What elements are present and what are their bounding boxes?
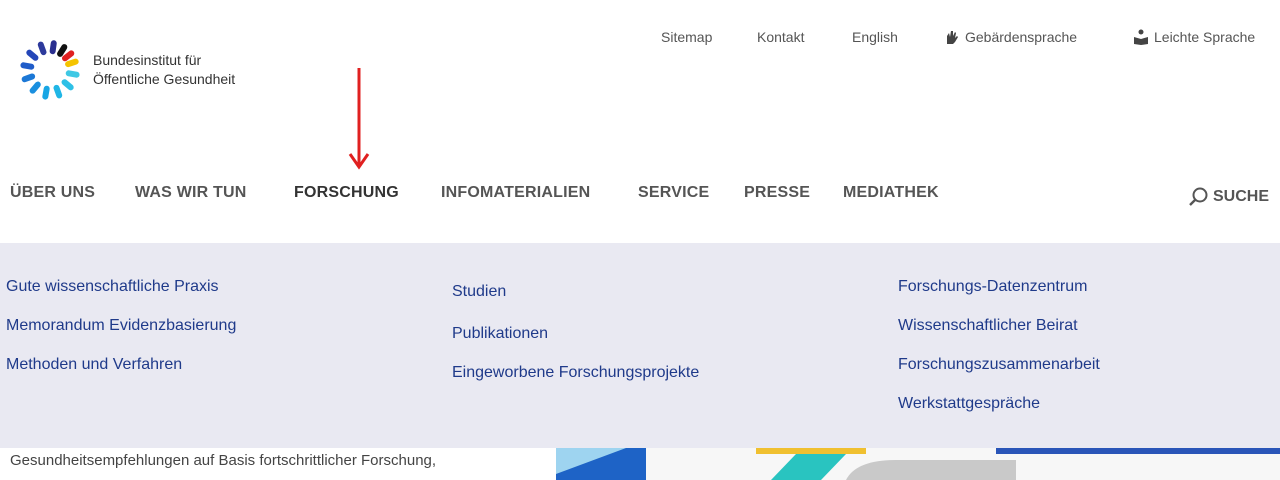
logo-text[interactable]: Bundesinstitut für Öffentliche Gesundhei…: [93, 51, 235, 89]
nav-item-ueber-uns[interactable]: ÜBER UNS: [10, 184, 95, 210]
logo[interactable]: [14, 24, 84, 116]
menu-link-memorandum-evidenzbasierung[interactable]: Memorandum Evidenzbasierung: [6, 317, 236, 335]
hero-image-graphic: [556, 448, 1280, 480]
menu-link-werkstattgespraeche[interactable]: Werkstattgespräche: [898, 395, 1040, 413]
page-content: Gesundheitsempfehlungen auf Basis fortsc…: [0, 448, 1280, 480]
utility-link-label: Leichte Sprache: [1154, 29, 1256, 45]
nav-item-forschung[interactable]: FORSCHUNG: [294, 184, 399, 210]
utility-link-leichte-sprache[interactable]: Leichte Sprache: [1132, 27, 1255, 47]
menu-link-eingeworbene-forschungsprojekte[interactable]: Eingeworbene Forschungsprojekte: [452, 364, 699, 382]
utility-link-gebaerdensprache[interactable]: Gebärdensprache: [943, 27, 1077, 47]
search-label: SUCHE: [1213, 188, 1270, 205]
menu-link-publikationen[interactable]: Publikationen: [452, 325, 548, 343]
nav-item-service[interactable]: SERVICE: [638, 184, 709, 210]
hero-image: [556, 448, 1280, 480]
menu-link-studien[interactable]: Studien: [452, 283, 506, 301]
mega-menu-forschung: Gute wissenschaftliche Praxis Memorandum…: [0, 243, 1280, 448]
menu-link-forschungszusammenarbeit[interactable]: Forschungszusammenarbeit: [898, 356, 1100, 374]
utility-link-label: Kontakt: [757, 29, 805, 45]
menu-link-gute-wissenschaftliche-praxis[interactable]: Gute wissenschaftliche Praxis: [6, 278, 219, 296]
nav-item-infomaterialien[interactable]: INFOMATERIALIEN: [441, 184, 590, 210]
utility-link-sitemap[interactable]: Sitemap: [661, 27, 712, 47]
brand-line-1: Bundesinstitut für: [93, 52, 202, 68]
utility-link-label: English: [852, 29, 898, 45]
brand-line-2: Öffentliche Gesundheit: [93, 71, 236, 87]
search-button[interactable]: SUCHE: [1187, 185, 1269, 209]
menu-link-forschungs-datenzentrum[interactable]: Forschungs-Datenzentrum: [898, 278, 1087, 296]
easy-language-icon: [1132, 28, 1150, 46]
utility-link-english[interactable]: English: [852, 27, 898, 47]
utility-link-label: Sitemap: [661, 29, 713, 45]
nav-item-mediathek[interactable]: MEDIATHEK: [843, 184, 939, 210]
intro-text: Gesundheitsempfehlungen auf Basis fortsc…: [10, 452, 437, 469]
utility-link-label: Gebärdensprache: [965, 29, 1078, 45]
utility-link-kontakt[interactable]: Kontakt: [757, 27, 804, 47]
sign-language-icon: [943, 28, 961, 46]
nav-item-was-wir-tun[interactable]: WAS WIR TUN: [135, 184, 247, 210]
annotation-arrow: [348, 68, 370, 172]
nav-item-presse[interactable]: PRESSE: [744, 184, 810, 210]
menu-link-methoden-und-verfahren[interactable]: Methoden und Verfahren: [6, 356, 182, 374]
menu-link-wissenschaftlicher-beirat[interactable]: Wissenschaftlicher Beirat: [898, 317, 1078, 335]
search-icon: [1189, 187, 1208, 206]
logo-icon: [20, 40, 80, 100]
